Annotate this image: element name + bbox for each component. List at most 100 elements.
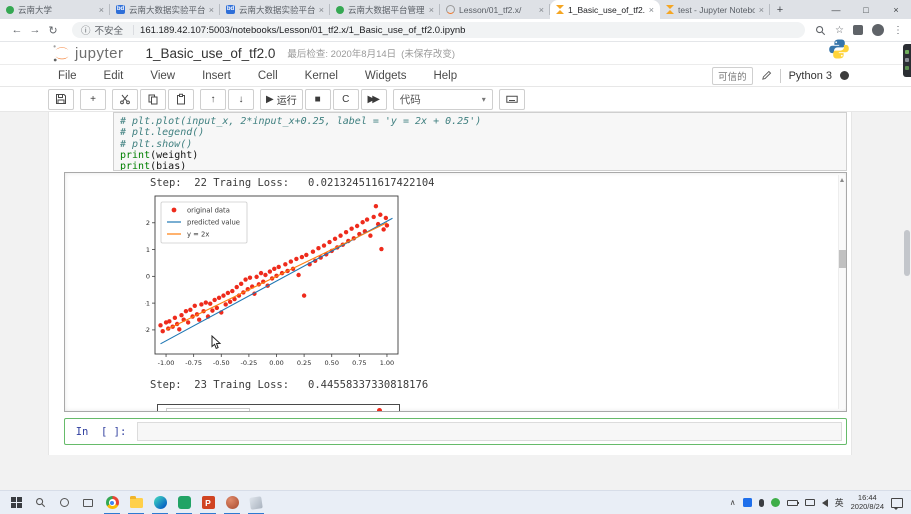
file-explorer-taskbar-icon[interactable]	[124, 491, 148, 514]
menu-edit[interactable]: Edit	[104, 70, 124, 82]
tab-title: 云南大数据平台管理系统	[348, 4, 425, 16]
tray-blue-app-icon[interactable]	[743, 498, 752, 507]
speaker-icon[interactable]	[822, 499, 828, 507]
notebook-title[interactable]: 1_Basic_use_of_tf2.0	[146, 46, 276, 61]
powerpoint-icon: P	[202, 496, 215, 509]
second-figure-partial: original data	[157, 404, 400, 412]
hourglass-favicon-icon	[556, 5, 564, 14]
browser-tab-1[interactable]: 云南大学×	[0, 0, 110, 19]
back-icon[interactable]: ←	[8, 24, 26, 36]
tab-separator	[769, 4, 770, 15]
url-field[interactable]: ⓘ 不安全 161.189.42.107:5003/notebooks/Less…	[72, 22, 805, 38]
cell-type-select[interactable]: 代码▾	[393, 89, 493, 110]
tab-close-icon[interactable]: ×	[649, 5, 654, 15]
tab-close-icon[interactable]: ×	[429, 5, 434, 15]
monitor-icon[interactable]	[805, 499, 815, 506]
run-button[interactable]: ▶运行	[260, 89, 303, 110]
microphone-icon[interactable]	[759, 499, 764, 507]
browser-tab-3[interactable]: bd云南大数据实验平台×	[220, 0, 330, 19]
tray-green-app-icon[interactable]	[771, 498, 780, 507]
output-step-line-1: Step: 22 Traing Loss: 0.0213245116174221…	[150, 177, 434, 189]
svg-text:-2: -2	[145, 326, 150, 334]
menu-insert[interactable]: Insert	[202, 70, 231, 82]
cortana-icon[interactable]	[52, 491, 76, 514]
browser-tab-2[interactable]: bd云南大数据实验平台×	[110, 0, 220, 19]
scrollbar-up-arrow-icon[interactable]	[840, 178, 844, 182]
red-app-taskbar-icon[interactable]	[220, 491, 244, 514]
checkpoint-status: 最后检查: 2020年8月14日	[287, 46, 396, 60]
window-minimize-button[interactable]: —	[821, 5, 851, 15]
browser-tab-5[interactable]: Lesson/01_tf2.x/×	[440, 0, 550, 19]
edge-taskbar-icon[interactable]	[148, 491, 172, 514]
trusted-button[interactable]: 可信的	[712, 67, 753, 85]
taskbar-clock[interactable]: 16:44 2020/8/24	[851, 494, 884, 511]
restart-run-all-button[interactable]: ▶▶	[361, 89, 387, 110]
forward-icon[interactable]: →	[26, 24, 44, 36]
start-button[interactable]	[4, 491, 28, 514]
insert-cell-button[interactable]: +	[80, 89, 106, 110]
restart-kernel-button[interactable]: C	[333, 89, 359, 110]
page-scrollbar[interactable]	[904, 230, 910, 276]
jupyter-logo-text: jupyter	[75, 45, 124, 62]
paste-cell-button[interactable]	[168, 89, 194, 110]
side-widget[interactable]	[903, 44, 911, 77]
window-maximize-button[interactable]: □	[851, 5, 881, 15]
command-palette-button[interactable]	[499, 89, 525, 110]
browser-action-icons: ☆ ⋮	[815, 24, 903, 36]
menu-cell[interactable]: Cell	[258, 70, 278, 82]
jupyter-favicon-icon	[446, 5, 455, 14]
browser-menu-icon[interactable]: ⋮	[893, 25, 903, 36]
menu-widgets[interactable]: Widgets	[365, 70, 407, 82]
cut-icon	[119, 93, 131, 105]
reload-icon[interactable]: ↻	[44, 24, 62, 37]
cut-cell-button[interactable]	[112, 89, 138, 110]
window-close-button[interactable]: ×	[881, 5, 911, 15]
output-scrollbar-thumb[interactable]	[839, 250, 846, 268]
tab-close-icon[interactable]: ×	[209, 5, 214, 15]
menu-kernel[interactable]: Kernel	[305, 70, 338, 82]
svg-text:-0.50: -0.50	[213, 359, 230, 367]
code-cell[interactable]: # plt.plot(input_x, 2*input_x+0.25, labe…	[113, 112, 847, 171]
zoom-icon[interactable]	[815, 25, 826, 36]
code-token: (bias)	[150, 161, 186, 171]
input-cell[interactable]: In [ ]:	[64, 418, 847, 445]
extensions-icon[interactable]	[853, 25, 863, 35]
powerpoint-taskbar-icon[interactable]: P	[196, 491, 220, 514]
save-button[interactable]	[48, 89, 74, 110]
tab-close-icon[interactable]: ×	[539, 5, 544, 15]
green-app-taskbar-icon[interactable]	[172, 491, 196, 514]
browser-tab-6[interactable]: 1_Basic_use_of_tf2.0 - Jupyter×	[550, 0, 660, 19]
interrupt-kernel-button[interactable]: ■	[305, 89, 331, 110]
tab-close-icon[interactable]: ×	[319, 5, 324, 15]
code-token: # plt.legend()	[120, 127, 204, 138]
code-token: print	[120, 150, 150, 161]
chrome-taskbar-icon[interactable]	[100, 491, 124, 514]
browser-tab-7[interactable]: test - Jupyter Notebook×	[660, 0, 770, 19]
menu-help[interactable]: Help	[433, 70, 457, 82]
output-scrollbar[interactable]	[838, 175, 845, 409]
search-icon[interactable]	[28, 491, 52, 514]
gray-app-taskbar-icon[interactable]	[244, 491, 268, 514]
hidden-icons-chevron[interactable]: ∧	[730, 498, 736, 507]
cell-type-value: 代码	[400, 92, 421, 107]
browser-tab-4[interactable]: 云南大数据平台管理系统 ×	[330, 0, 440, 19]
info-icon[interactable]: ⓘ	[81, 23, 91, 37]
code-line: # plt.plot(input_x, 2*input_x+0.25, labe…	[120, 116, 840, 127]
move-cell-up-button[interactable]: ↑	[200, 89, 226, 110]
battery-icon[interactable]	[787, 500, 798, 506]
task-view-icon[interactable]	[76, 491, 100, 514]
red-app-icon	[226, 496, 239, 509]
copy-cell-button[interactable]	[140, 89, 166, 110]
tab-close-icon[interactable]: ×	[99, 5, 104, 15]
menu-view[interactable]: View	[150, 70, 175, 82]
menu-file[interactable]: File	[58, 70, 77, 82]
empty-code-input[interactable]	[137, 422, 842, 441]
tab-close-icon[interactable]: ×	[759, 5, 764, 15]
kernel-busy-indicator	[840, 71, 849, 80]
move-cell-down-button[interactable]: ↓	[228, 89, 254, 110]
action-center-icon[interactable]	[891, 498, 903, 508]
bookmark-star-icon[interactable]: ☆	[835, 25, 844, 36]
profile-avatar[interactable]	[872, 24, 884, 36]
new-tab-button[interactable]: +	[770, 0, 790, 19]
input-language-indicator[interactable]: 英	[835, 496, 844, 509]
